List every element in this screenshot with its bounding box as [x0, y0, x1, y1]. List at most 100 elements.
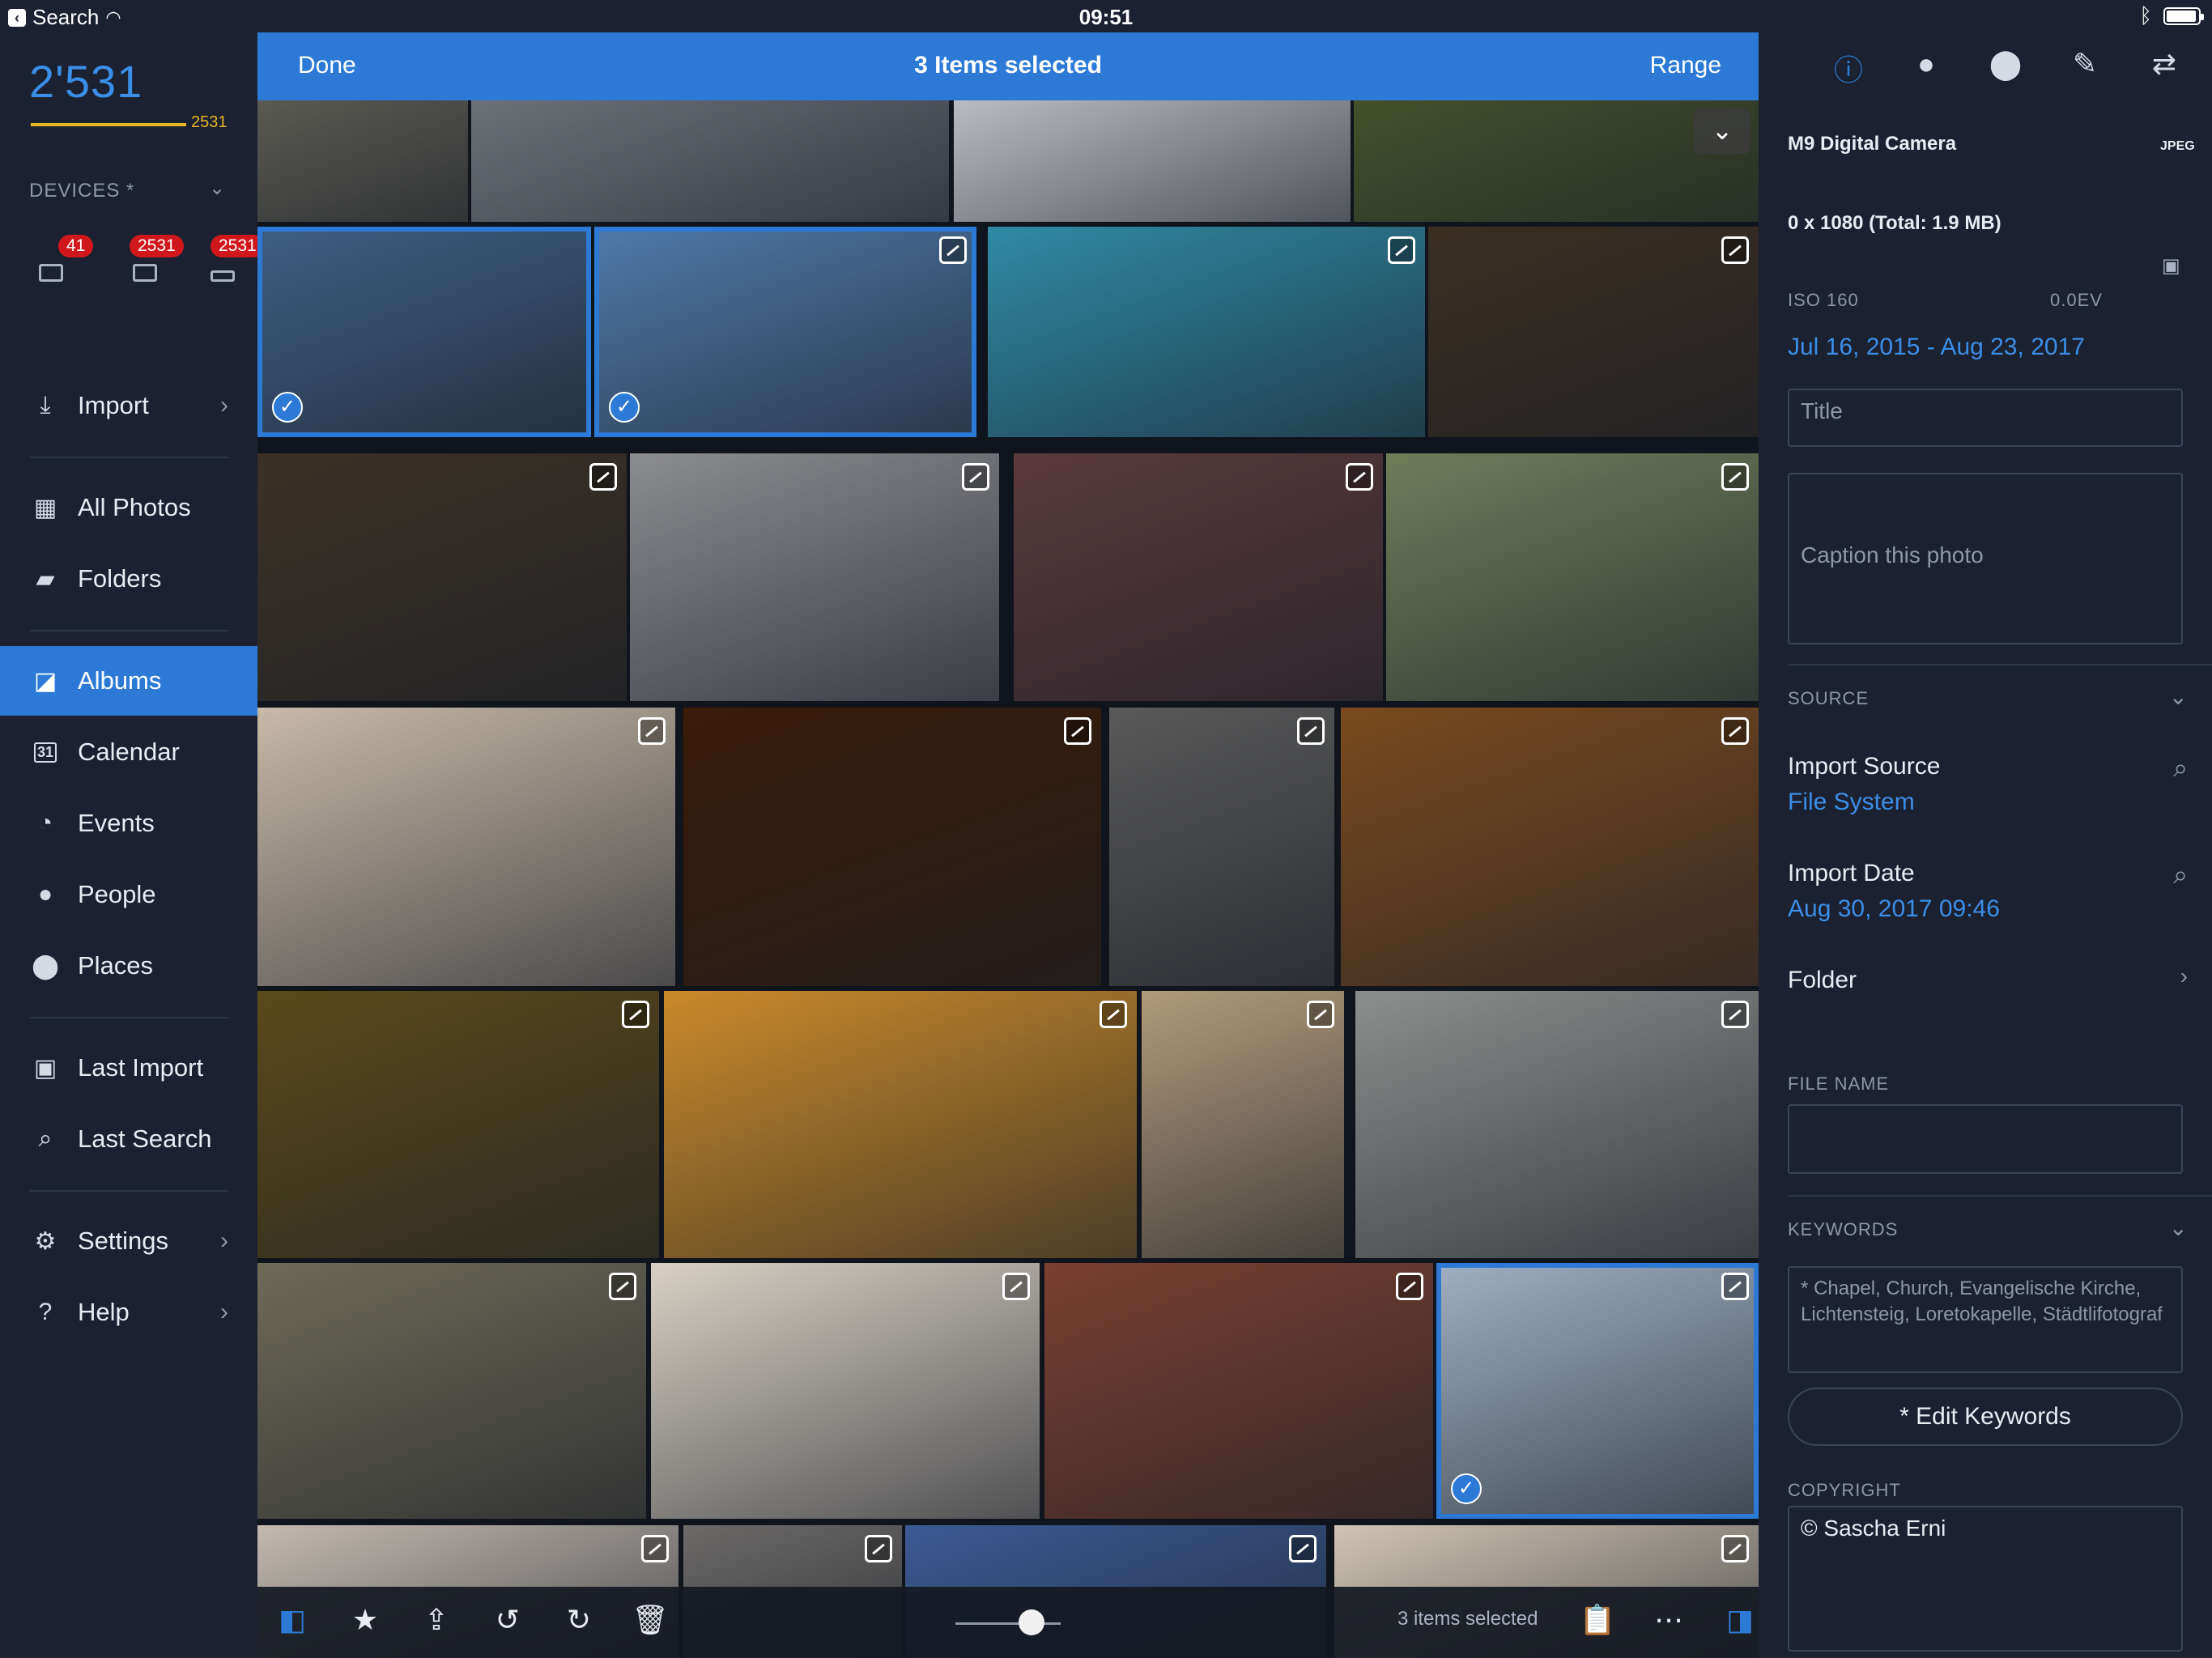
- photo-icon: ▣: [2162, 255, 2180, 277]
- device-tablet[interactable]: 41: [29, 235, 94, 283]
- chevron-down-icon[interactable]: ⌄: [2169, 683, 2188, 710]
- sidebar-item-last-search[interactable]: ⌕ Last Search: [0, 1104, 257, 1174]
- more-icon[interactable]: ⋯: [1648, 1603, 1689, 1637]
- selection-bar: 3 Items selected Done Range: [257, 32, 1759, 100]
- divider: [1788, 664, 2212, 665]
- no-location-icon: [1064, 717, 1091, 745]
- sidebar-toggle-icon[interactable]: ◧: [272, 1603, 313, 1637]
- chevron-right-icon: ›: [220, 392, 228, 419]
- clipboard-icon[interactable]: 📋: [1577, 1603, 1618, 1637]
- no-location-icon: [1721, 717, 1749, 745]
- photo-thumbnail[interactable]: [257, 100, 468, 222]
- copyright-field[interactable]: © Sascha Erni: [1788, 1506, 2183, 1652]
- photo-thumbnail[interactable]: [471, 100, 949, 222]
- photo-thumbnail[interactable]: [664, 991, 1137, 1258]
- rotate-left-icon[interactable]: ↺: [487, 1603, 528, 1637]
- photo-thumbnail[interactable]: [1142, 991, 1344, 1258]
- zoom-slider[interactable]: [955, 1622, 1061, 1625]
- caption-field[interactable]: Caption this photo: [1788, 473, 2183, 644]
- sidebar-item-all-photos[interactable]: ▦ All Photos: [0, 473, 257, 542]
- device-laptop[interactable]: 2531: [121, 235, 184, 283]
- photo-thumbnail[interactable]: [988, 227, 1425, 437]
- sidebar-item-events[interactable]: ◔ Events: [0, 789, 257, 858]
- photo-thumbnail[interactable]: [1355, 991, 1759, 1258]
- keywords-field[interactable]: * Chapel, Church, Evangelische Kirche, L…: [1788, 1266, 2183, 1373]
- sidebar-item-places[interactable]: ⬤ Places: [0, 931, 257, 1001]
- sidebar-item-people[interactable]: ● People: [0, 860, 257, 929]
- keywords-label: KEYWORDS: [1788, 1219, 1899, 1239]
- copyright-label: COPYRIGHT: [1788, 1480, 1901, 1500]
- import-date-label: Import Date: [1788, 860, 1915, 886]
- star-icon[interactable]: ★: [345, 1603, 385, 1637]
- file-name-field[interactable]: [1788, 1104, 2183, 1174]
- photo-thumbnail[interactable]: ✓: [594, 227, 976, 437]
- selection-title: 3 Items selected: [914, 52, 1102, 79]
- sidebar: 2'531 2531 DEVICES * ⌄ 41 2531 2531 ⤓ Im…: [0, 32, 265, 1658]
- photo-thumbnail[interactable]: ✓: [257, 227, 591, 437]
- pin-icon[interactable]: ⬤: [1985, 47, 2026, 87]
- search-icon[interactable]: ⌕: [2173, 753, 2188, 784]
- pencil-icon[interactable]: ✎: [2065, 47, 2105, 87]
- title-field[interactable]: Title: [1788, 389, 2183, 447]
- done-button[interactable]: Done: [298, 52, 356, 79]
- count-progress-bar: [31, 123, 186, 126]
- info-icon[interactable]: ⓘ: [1828, 47, 1869, 87]
- photo-thumbnail[interactable]: [630, 453, 999, 701]
- no-location-icon: [1388, 236, 1415, 264]
- date-range[interactable]: Jul 16, 2015 - Aug 23, 2017: [1788, 334, 2085, 361]
- chevron-down-icon[interactable]: ⌄: [209, 176, 225, 200]
- album-icon: ◪: [33, 667, 57, 695]
- photo-thumbnail[interactable]: [1341, 708, 1759, 986]
- divider: [29, 630, 228, 631]
- import-source-value[interactable]: File System: [1788, 789, 1915, 816]
- info-panel-toggle-icon[interactable]: ◨: [1720, 1603, 1760, 1637]
- photo-thumbnail[interactable]: [1014, 453, 1383, 701]
- photo-thumbnail[interactable]: [257, 708, 675, 986]
- sidebar-item-settings[interactable]: ⚙ Settings ›: [0, 1206, 257, 1276]
- sync-icon[interactable]: ⇄: [2144, 47, 2184, 87]
- rotate-right-icon[interactable]: ↻: [559, 1603, 599, 1637]
- range-button[interactable]: Range: [1650, 52, 1721, 79]
- chevron-right-icon: ›: [220, 1227, 228, 1254]
- sidebar-item-import[interactable]: ⤓ Import ›: [0, 371, 257, 440]
- photo-thumbnail[interactable]: [1044, 1263, 1433, 1519]
- chevron-down-icon[interactable]: ⌄: [1694, 108, 1750, 154]
- photo-thumbnail[interactable]: [683, 708, 1101, 986]
- share-icon[interactable]: ⇪: [416, 1603, 457, 1637]
- chevron-down-icon[interactable]: ⌄: [2169, 1214, 2188, 1241]
- status-bar: ‹ Search ◠ 09:51 ᛒ: [0, 0, 2212, 32]
- photo-thumbnail[interactable]: [257, 1263, 646, 1519]
- person-icon[interactable]: ●: [1906, 47, 1946, 87]
- search-icon[interactable]: ⌕: [2173, 860, 2188, 891]
- trash-icon[interactable]: 🗑: [630, 1603, 670, 1637]
- import-source-label: Import Source: [1788, 753, 1941, 780]
- folder-icon: ▰: [36, 565, 55, 593]
- sidebar-item-albums[interactable]: ◪ Albums: [0, 646, 257, 716]
- help-icon: ?: [38, 1299, 53, 1325]
- sidebar-item-label: Help: [78, 1298, 130, 1326]
- photo-thumbnail[interactable]: [1109, 708, 1334, 986]
- photo-thumbnail[interactable]: [954, 100, 1351, 222]
- photo-thumbnail[interactable]: [1386, 453, 1759, 701]
- photo-thumbnail[interactable]: [257, 453, 627, 701]
- device-drive[interactable]: 2531: [199, 235, 265, 283]
- iso-value: ISO 160: [1788, 290, 1859, 310]
- sidebar-item-last-import[interactable]: ▣ Last Import: [0, 1033, 257, 1103]
- photo-thumbnail[interactable]: ✓: [1436, 1263, 1759, 1519]
- sidebar-item-calendar[interactable]: 31 Calendar: [0, 717, 257, 787]
- chevron-right-icon[interactable]: ›: [2180, 963, 2188, 989]
- zoom-slider-knob[interactable]: [1019, 1609, 1044, 1635]
- photo-thumbnail[interactable]: [651, 1263, 1040, 1519]
- photo-thumbnail[interactable]: [257, 991, 659, 1258]
- sidebar-item-folders[interactable]: ▰ Folders: [0, 544, 257, 614]
- sidebar-item-help[interactable]: ? Help ›: [0, 1278, 257, 1347]
- edit-keywords-button[interactable]: * Edit Keywords: [1788, 1388, 2183, 1446]
- folder-label[interactable]: Folder: [1788, 967, 1857, 994]
- photo-thumbnail[interactable]: [1428, 227, 1759, 437]
- import-date-value[interactable]: Aug 30, 2017 09:46: [1788, 895, 2000, 923]
- devices-label[interactable]: DEVICES *: [29, 180, 134, 202]
- no-location-icon: [865, 1535, 892, 1562]
- no-location-icon: [1289, 1535, 1317, 1562]
- ev-value: 0.0EV: [2050, 290, 2103, 310]
- no-location-icon: [1721, 1535, 1749, 1562]
